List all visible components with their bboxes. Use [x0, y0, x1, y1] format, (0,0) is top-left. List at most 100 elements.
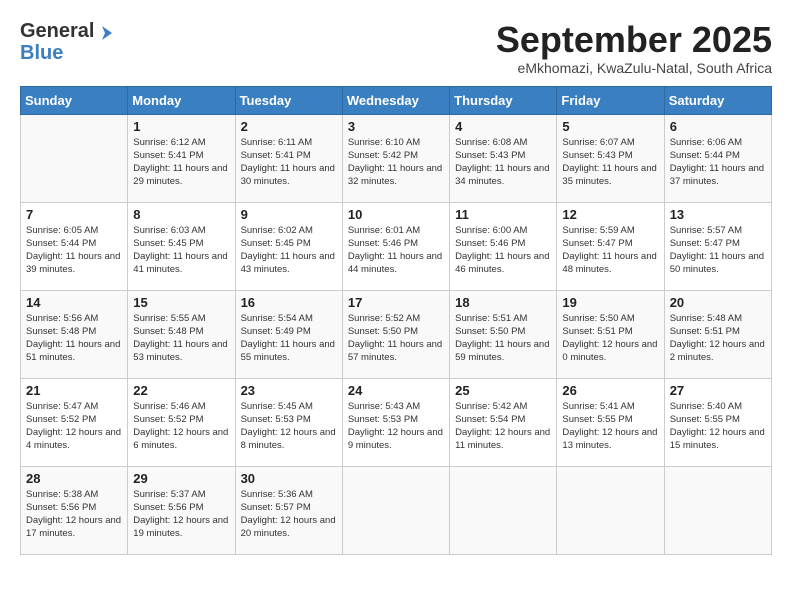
- sunrise-text: Sunrise: 5:37 AM: [133, 489, 205, 500]
- calendar-cell: 2 Sunrise: 6:11 AM Sunset: 5:41 PM Dayli…: [235, 114, 342, 202]
- calendar-week-row: 14 Sunrise: 5:56 AM Sunset: 5:48 PM Dayl…: [21, 290, 772, 378]
- day-number: 30: [241, 471, 337, 486]
- sunset-text: Sunset: 5:54 PM: [455, 414, 525, 425]
- day-info: Sunrise: 5:37 AM Sunset: 5:56 PM Dayligh…: [133, 488, 229, 541]
- daylight-text: Daylight: 12 hours and 17 minutes.: [26, 515, 121, 539]
- calendar-cell: [557, 466, 664, 554]
- day-info: Sunrise: 6:00 AM Sunset: 5:46 PM Dayligh…: [455, 224, 551, 277]
- day-number: 7: [26, 207, 122, 222]
- daylight-text: Daylight: 11 hours and 44 minutes.: [348, 251, 442, 275]
- calendar-header-monday: Monday: [128, 86, 235, 114]
- calendar-cell: 7 Sunrise: 6:05 AM Sunset: 5:44 PM Dayli…: [21, 202, 128, 290]
- day-number: 20: [670, 295, 766, 310]
- title-block: September 2025 eMkhomazi, KwaZulu-Natal,…: [496, 20, 772, 76]
- daylight-text: Daylight: 11 hours and 51 minutes.: [26, 339, 120, 363]
- calendar-cell: 20 Sunrise: 5:48 AM Sunset: 5:51 PM Dayl…: [664, 290, 771, 378]
- daylight-text: Daylight: 11 hours and 48 minutes.: [562, 251, 656, 275]
- sunrise-text: Sunrise: 5:52 AM: [348, 313, 420, 324]
- day-info: Sunrise: 6:12 AM Sunset: 5:41 PM Dayligh…: [133, 136, 229, 189]
- day-info: Sunrise: 5:41 AM Sunset: 5:55 PM Dayligh…: [562, 400, 658, 453]
- sunset-text: Sunset: 5:45 PM: [241, 238, 311, 249]
- calendar-cell: 21 Sunrise: 5:47 AM Sunset: 5:52 PM Dayl…: [21, 378, 128, 466]
- calendar-cell: 27 Sunrise: 5:40 AM Sunset: 5:55 PM Dayl…: [664, 378, 771, 466]
- day-info: Sunrise: 6:03 AM Sunset: 5:45 PM Dayligh…: [133, 224, 229, 277]
- sunrise-text: Sunrise: 5:48 AM: [670, 313, 742, 324]
- day-info: Sunrise: 5:40 AM Sunset: 5:55 PM Dayligh…: [670, 400, 766, 453]
- daylight-text: Daylight: 12 hours and 20 minutes.: [241, 515, 336, 539]
- month-title: September 2025: [496, 20, 772, 60]
- calendar-cell: 26 Sunrise: 5:41 AM Sunset: 5:55 PM Dayl…: [557, 378, 664, 466]
- day-info: Sunrise: 6:07 AM Sunset: 5:43 PM Dayligh…: [562, 136, 658, 189]
- calendar-header-tuesday: Tuesday: [235, 86, 342, 114]
- sunrise-text: Sunrise: 5:56 AM: [26, 313, 98, 324]
- sunset-text: Sunset: 5:41 PM: [133, 150, 203, 161]
- calendar-cell: 10 Sunrise: 6:01 AM Sunset: 5:46 PM Dayl…: [342, 202, 449, 290]
- logo-text: General Blue: [20, 20, 116, 64]
- daylight-text: Daylight: 11 hours and 37 minutes.: [670, 163, 764, 187]
- logo: General Blue: [20, 20, 116, 64]
- daylight-text: Daylight: 11 hours and 43 minutes.: [241, 251, 335, 275]
- calendar-cell: 22 Sunrise: 5:46 AM Sunset: 5:52 PM Dayl…: [128, 378, 235, 466]
- sunrise-text: Sunrise: 5:38 AM: [26, 489, 98, 500]
- day-info: Sunrise: 5:50 AM Sunset: 5:51 PM Dayligh…: [562, 312, 658, 365]
- day-info: Sunrise: 5:55 AM Sunset: 5:48 PM Dayligh…: [133, 312, 229, 365]
- calendar-cell: 29 Sunrise: 5:37 AM Sunset: 5:56 PM Dayl…: [128, 466, 235, 554]
- sunset-text: Sunset: 5:47 PM: [562, 238, 632, 249]
- sunrise-text: Sunrise: 5:42 AM: [455, 401, 527, 412]
- daylight-text: Daylight: 11 hours and 30 minutes.: [241, 163, 335, 187]
- calendar-cell: [664, 466, 771, 554]
- daylight-text: Daylight: 12 hours and 13 minutes.: [562, 427, 657, 451]
- sunset-text: Sunset: 5:49 PM: [241, 326, 311, 337]
- day-info: Sunrise: 6:11 AM Sunset: 5:41 PM Dayligh…: [241, 136, 337, 189]
- day-number: 13: [670, 207, 766, 222]
- sunset-text: Sunset: 5:55 PM: [670, 414, 740, 425]
- sunset-text: Sunset: 5:48 PM: [26, 326, 96, 337]
- sunset-text: Sunset: 5:56 PM: [133, 502, 203, 513]
- location-subtitle: eMkhomazi, KwaZulu-Natal, South Africa: [496, 60, 772, 76]
- calendar-header-wednesday: Wednesday: [342, 86, 449, 114]
- day-info: Sunrise: 6:05 AM Sunset: 5:44 PM Dayligh…: [26, 224, 122, 277]
- calendar-cell: 17 Sunrise: 5:52 AM Sunset: 5:50 PM Dayl…: [342, 290, 449, 378]
- day-number: 9: [241, 207, 337, 222]
- daylight-text: Daylight: 12 hours and 15 minutes.: [670, 427, 765, 451]
- sunrise-text: Sunrise: 5:45 AM: [241, 401, 313, 412]
- calendar-cell: 11 Sunrise: 6:00 AM Sunset: 5:46 PM Dayl…: [450, 202, 557, 290]
- calendar-cell: 23 Sunrise: 5:45 AM Sunset: 5:53 PM Dayl…: [235, 378, 342, 466]
- sunset-text: Sunset: 5:52 PM: [26, 414, 96, 425]
- logo-general: General: [20, 20, 94, 42]
- calendar-cell: [342, 466, 449, 554]
- sunset-text: Sunset: 5:51 PM: [670, 326, 740, 337]
- sunrise-text: Sunrise: 5:54 AM: [241, 313, 313, 324]
- day-info: Sunrise: 5:43 AM Sunset: 5:53 PM Dayligh…: [348, 400, 444, 453]
- day-number: 26: [562, 383, 658, 398]
- sunrise-text: Sunrise: 5:43 AM: [348, 401, 420, 412]
- day-info: Sunrise: 5:48 AM Sunset: 5:51 PM Dayligh…: [670, 312, 766, 365]
- logo-arrow-icon: [96, 24, 114, 42]
- sunset-text: Sunset: 5:42 PM: [348, 150, 418, 161]
- day-info: Sunrise: 5:52 AM Sunset: 5:50 PM Dayligh…: [348, 312, 444, 365]
- sunrise-text: Sunrise: 5:57 AM: [670, 225, 742, 236]
- day-info: Sunrise: 5:59 AM Sunset: 5:47 PM Dayligh…: [562, 224, 658, 277]
- calendar-cell: 30 Sunrise: 5:36 AM Sunset: 5:57 PM Dayl…: [235, 466, 342, 554]
- calendar-cell: 6 Sunrise: 6:06 AM Sunset: 5:44 PM Dayli…: [664, 114, 771, 202]
- day-number: 4: [455, 119, 551, 134]
- sunrise-text: Sunrise: 5:55 AM: [133, 313, 205, 324]
- daylight-text: Daylight: 11 hours and 59 minutes.: [455, 339, 549, 363]
- sunrise-text: Sunrise: 5:51 AM: [455, 313, 527, 324]
- sunrise-text: Sunrise: 6:08 AM: [455, 137, 527, 148]
- sunset-text: Sunset: 5:44 PM: [670, 150, 740, 161]
- day-number: 29: [133, 471, 229, 486]
- day-number: 15: [133, 295, 229, 310]
- daylight-text: Daylight: 12 hours and 4 minutes.: [26, 427, 121, 451]
- day-info: Sunrise: 5:38 AM Sunset: 5:56 PM Dayligh…: [26, 488, 122, 541]
- daylight-text: Daylight: 11 hours and 50 minutes.: [670, 251, 764, 275]
- day-number: 23: [241, 383, 337, 398]
- day-number: 6: [670, 119, 766, 134]
- day-number: 3: [348, 119, 444, 134]
- sunset-text: Sunset: 5:53 PM: [348, 414, 418, 425]
- day-info: Sunrise: 6:02 AM Sunset: 5:45 PM Dayligh…: [241, 224, 337, 277]
- day-number: 19: [562, 295, 658, 310]
- daylight-text: Daylight: 12 hours and 9 minutes.: [348, 427, 443, 451]
- sunrise-text: Sunrise: 6:00 AM: [455, 225, 527, 236]
- day-number: 10: [348, 207, 444, 222]
